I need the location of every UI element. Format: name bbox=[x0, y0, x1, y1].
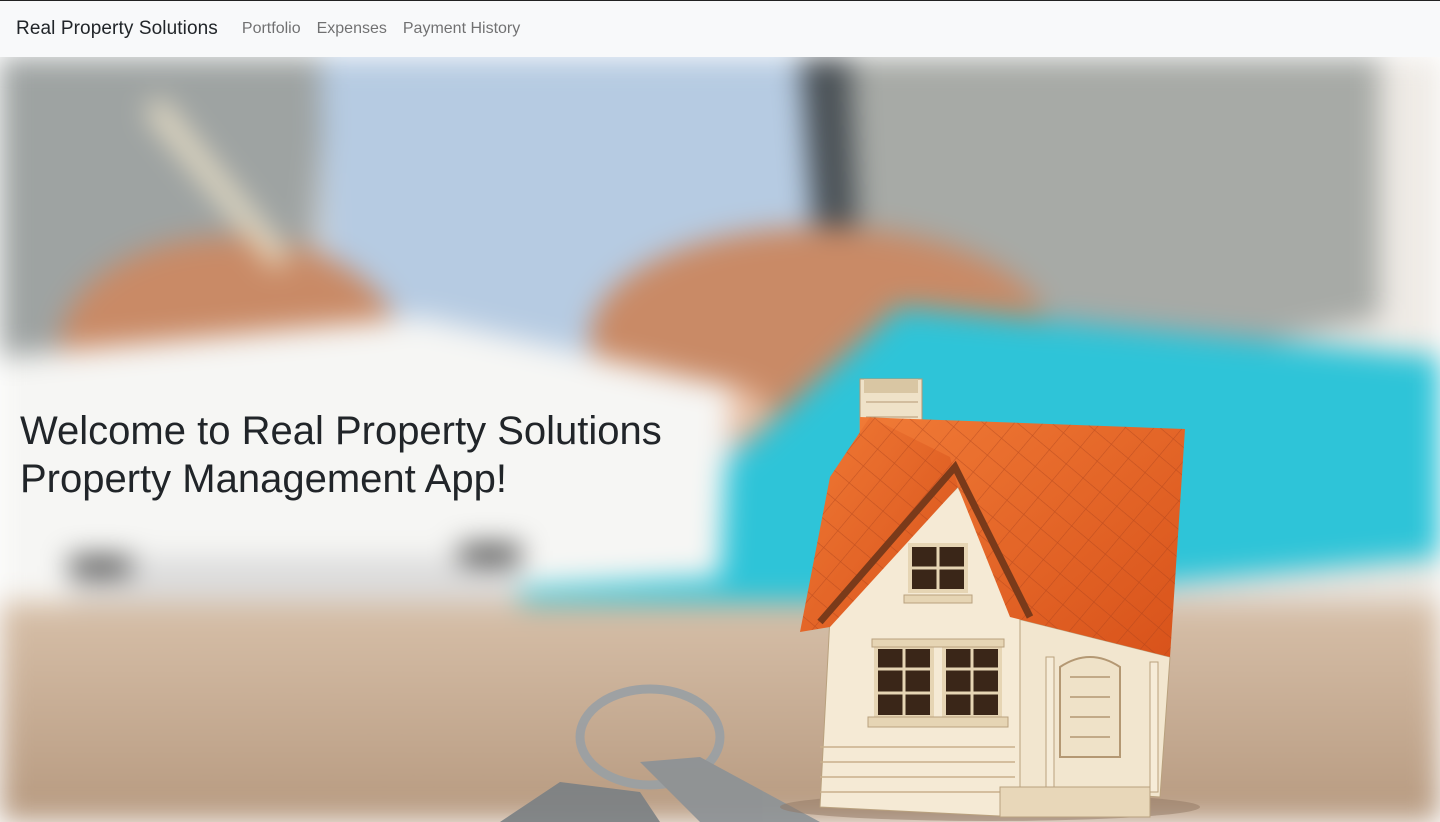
hero-heading-line-1: Welcome to Real Property Solutions bbox=[20, 409, 662, 453]
nav-link-portfolio[interactable]: Portfolio bbox=[242, 20, 301, 38]
navbar: Real Property Solutions Portfolio Expens… bbox=[0, 0, 1440, 57]
hero-heading-line-2: Property Management App! bbox=[20, 457, 507, 501]
hero-heading: Welcome to Real Property Solutions Prope… bbox=[20, 407, 662, 503]
nav-link-payment-history[interactable]: Payment History bbox=[403, 20, 520, 38]
nav-link-expenses[interactable]: Expenses bbox=[317, 20, 387, 38]
brand-link[interactable]: Real Property Solutions bbox=[16, 18, 218, 40]
nav-links: Portfolio Expenses Payment History bbox=[242, 20, 520, 38]
hero-section: Welcome to Real Property Solutions Prope… bbox=[0, 57, 1440, 822]
